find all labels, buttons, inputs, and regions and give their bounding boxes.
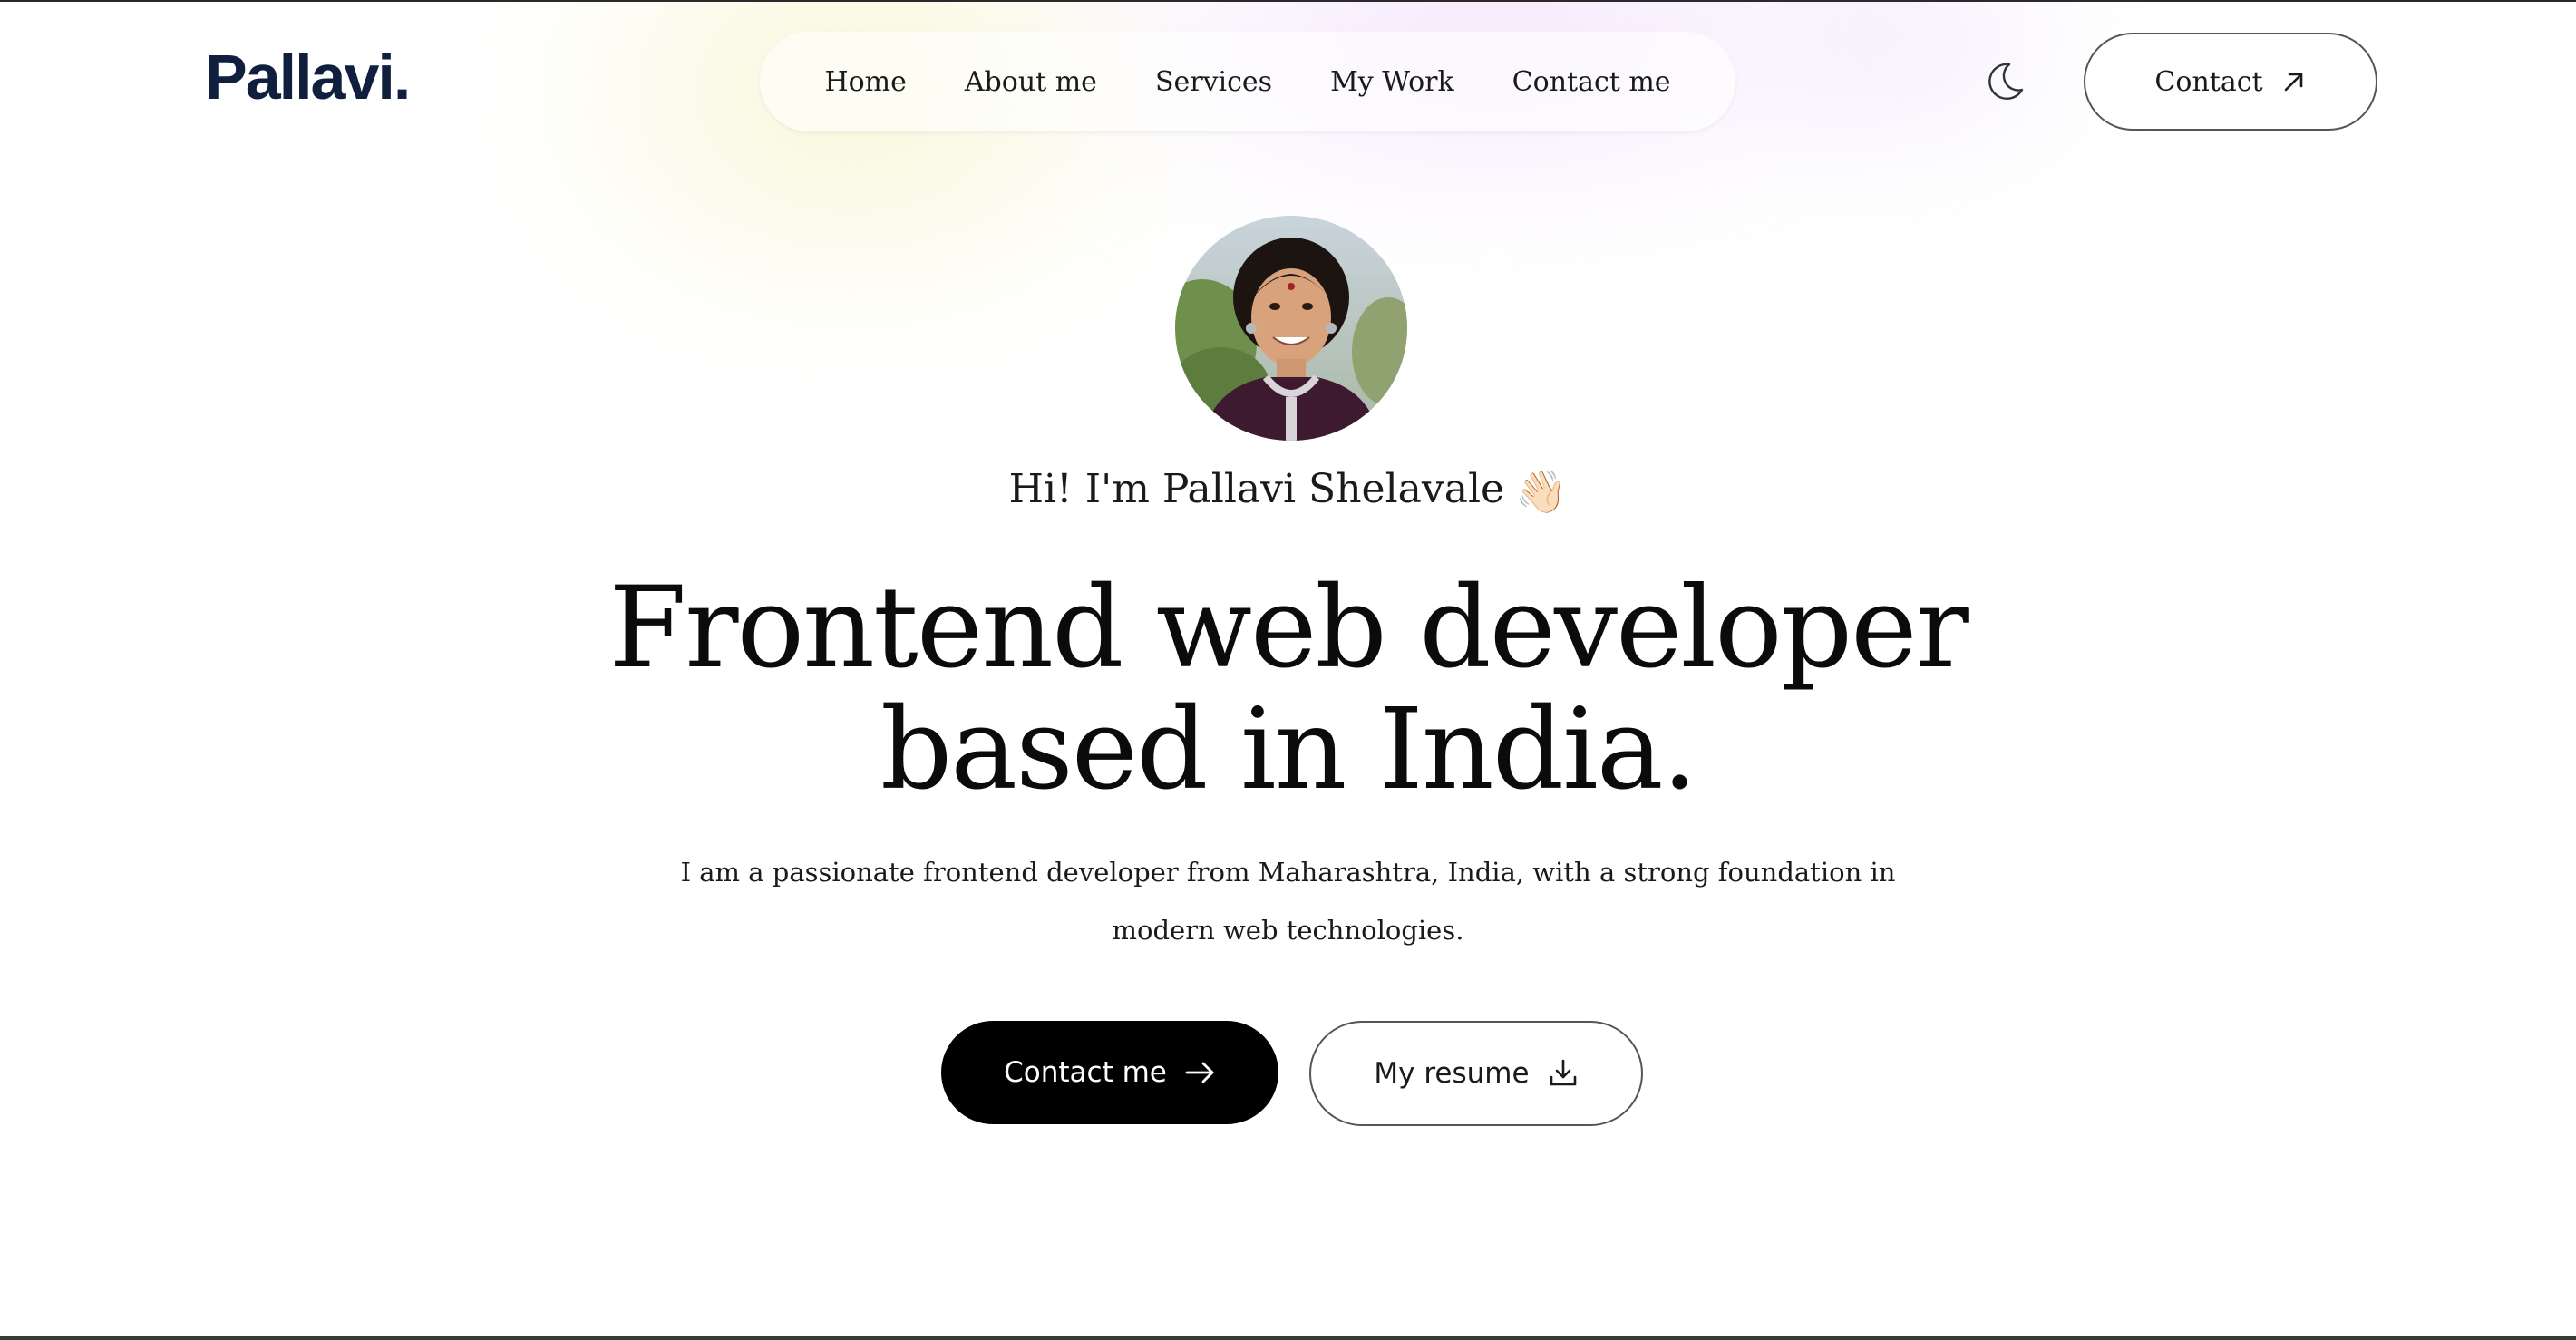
nav-item-services[interactable]: Services — [1155, 66, 1272, 98]
hero-bio: I am a passionate frontend developer fro… — [680, 857, 1896, 946]
main-nav: Home About me Services My Work Contact m… — [760, 32, 1735, 131]
my-resume-label: My resume — [1374, 1057, 1530, 1090]
background-glow-lavender-right — [1723, 2, 2104, 183]
moon-icon — [1988, 63, 2024, 100]
site-logo[interactable]: Pallavi. — [205, 45, 411, 109]
waving-hand-icon: 👋🏻 — [1515, 467, 1568, 516]
arrow-right-icon — [1185, 1061, 1216, 1084]
download-icon — [1548, 1058, 1579, 1089]
header-contact-button[interactable]: Contact — [2084, 33, 2377, 131]
theme-toggle-button[interactable] — [1982, 59, 2027, 104]
contact-me-label: Contact me — [1004, 1056, 1167, 1089]
greeting-text: Hi! I'm Pallavi Shelavale — [1008, 466, 1505, 512]
header-contact-label: Contact — [2154, 65, 2263, 98]
contact-me-button[interactable]: Contact me — [941, 1021, 1278, 1124]
headline-line-2: based in India. — [880, 685, 1697, 815]
nav-item-contact-me[interactable]: Contact me — [1512, 66, 1671, 98]
my-resume-button[interactable]: My resume — [1309, 1021, 1643, 1126]
hero-greeting: Hi! I'm Pallavi Shelavale 👋🏻 — [0, 466, 2576, 517]
hero-headline: Frontend web developer based in India. — [0, 568, 2576, 811]
profile-photo — [1175, 216, 1407, 441]
portfolio-page: Pallavi. Home About me Services My Work … — [0, 0, 2576, 1340]
headline-line-1: Frontend web developer — [608, 563, 1969, 694]
avatar — [1175, 216, 1407, 441]
nav-item-my-work[interactable]: My Work — [1330, 66, 1454, 98]
nav-item-about-me[interactable]: About me — [965, 66, 1097, 98]
arrow-up-right-icon — [2281, 69, 2307, 94]
nav-item-home[interactable]: Home — [824, 66, 906, 98]
